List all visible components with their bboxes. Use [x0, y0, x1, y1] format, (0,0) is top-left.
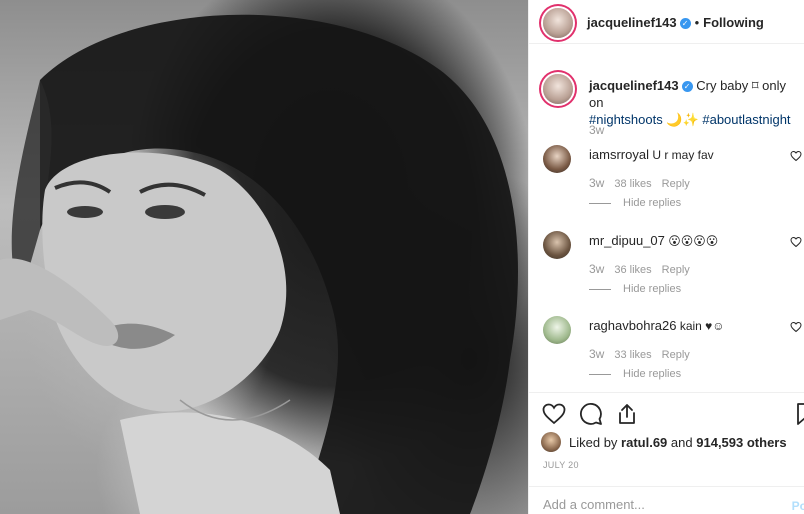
comment-text: U r may fav: [652, 148, 714, 162]
liker-username[interactable]: ratul.69: [621, 435, 667, 450]
comment-meta: 3w 38 likes Reply: [589, 176, 700, 190]
share-icon[interactable]: [615, 402, 639, 426]
add-comment-bar: Po: [529, 486, 804, 514]
comment-time[interactable]: 3w: [589, 347, 604, 361]
hide-replies-label: Hide replies: [623, 197, 682, 209]
bookmark-icon[interactable]: [795, 402, 804, 426]
comment-like-icon[interactable]: [790, 321, 802, 333]
author-avatar[interactable]: [543, 8, 573, 38]
comment-likes[interactable]: 33 likes: [614, 349, 651, 361]
comment-input[interactable]: [543, 497, 773, 512]
hide-replies-button[interactable]: Hide replies: [589, 197, 681, 209]
comment-time[interactable]: 3w: [589, 176, 604, 190]
hide-replies-button[interactable]: Hide replies: [589, 283, 681, 295]
comment-likes[interactable]: 36 likes: [614, 264, 651, 276]
commenter-avatar[interactable]: [543, 316, 571, 344]
author-username[interactable]: jacquelinef143: [587, 15, 677, 30]
comment-username[interactable]: mr_dipuu_07: [589, 233, 665, 248]
liker-avatar[interactable]: [541, 432, 561, 452]
comment-like-icon[interactable]: [790, 150, 802, 162]
likes-count[interactable]: 914,593 others: [696, 435, 786, 450]
post-caption: jacquelinef143 ✓ Cry baby ⌑ only on #nigh…: [589, 77, 803, 128]
comment-item: mr_dipuu_07 😮😮😮😮 3w 36 likes Reply Hide re…: [529, 231, 804, 301]
caption-timestamp[interactable]: 3w: [589, 123, 604, 137]
caption-username[interactable]: jacquelinef143: [589, 78, 679, 93]
comment-body: mr_dipuu_07 😮😮😮😮: [589, 233, 718, 248]
comment-time[interactable]: 3w: [589, 262, 604, 276]
post-date[interactable]: JULY 20: [543, 460, 579, 470]
comment-item: iamsrroyal U r may fav 3w 38 likes Reply H…: [529, 145, 804, 215]
comment-text: 😮😮😮😮: [668, 234, 719, 248]
divider-line: [589, 202, 611, 204]
post-side-panel: jacquelinef143 ✓ • Following jacquelinef143…: [528, 0, 804, 514]
comment-body: raghavbohra26 kain ♥☺: [589, 318, 725, 333]
comment-icon[interactable]: [579, 402, 603, 426]
post-comment-button[interactable]: Po: [792, 499, 804, 513]
action-bar: [529, 392, 804, 432]
verified-icon: ✓: [681, 81, 693, 92]
photo-illustration: [0, 14, 518, 514]
divider-line: [589, 373, 611, 375]
comment-username[interactable]: iamsrroyal: [589, 147, 649, 162]
comment-meta: 3w 33 likes Reply: [589, 347, 700, 361]
caption-emojis: 🌙✨: [666, 112, 699, 127]
comment-item: raghavbohra26 kain ♥☺ 3w 33 likes Reply Hi…: [529, 316, 804, 386]
comment-text: kain ♥☺: [679, 319, 725, 333]
likes-middle: and: [670, 435, 693, 450]
hide-replies-label: Hide replies: [623, 283, 682, 295]
commenter-avatar[interactable]: [543, 145, 571, 173]
post-photo[interactable]: [0, 0, 528, 514]
verified-icon: ✓: [679, 18, 691, 29]
caption-avatar[interactable]: [543, 74, 573, 104]
comment-username[interactable]: raghavbohra26: [589, 318, 676, 333]
following-button[interactable]: Following: [703, 15, 764, 30]
likes-prefix: Liked by: [569, 435, 618, 450]
hide-replies-button[interactable]: Hide replies: [589, 368, 681, 380]
divider-line: [589, 288, 611, 290]
comment-meta: 3w 36 likes Reply: [589, 262, 700, 276]
reply-button[interactable]: Reply: [662, 349, 690, 361]
comment-like-icon[interactable]: [790, 236, 802, 248]
heart-icon[interactable]: [542, 402, 566, 426]
reply-button[interactable]: Reply: [662, 264, 690, 276]
commenter-avatar[interactable]: [543, 231, 571, 259]
post-header: jacquelinef143 ✓ • Following: [529, 0, 804, 44]
hide-replies-label: Hide replies: [623, 368, 682, 380]
reply-button[interactable]: Reply: [662, 178, 690, 190]
comment-body: iamsrroyal U r may fav: [589, 147, 714, 162]
comment-likes[interactable]: 38 likes: [614, 178, 651, 190]
hashtag-link[interactable]: #aboutlastnight: [702, 112, 790, 127]
separator-dot: •: [694, 15, 700, 30]
